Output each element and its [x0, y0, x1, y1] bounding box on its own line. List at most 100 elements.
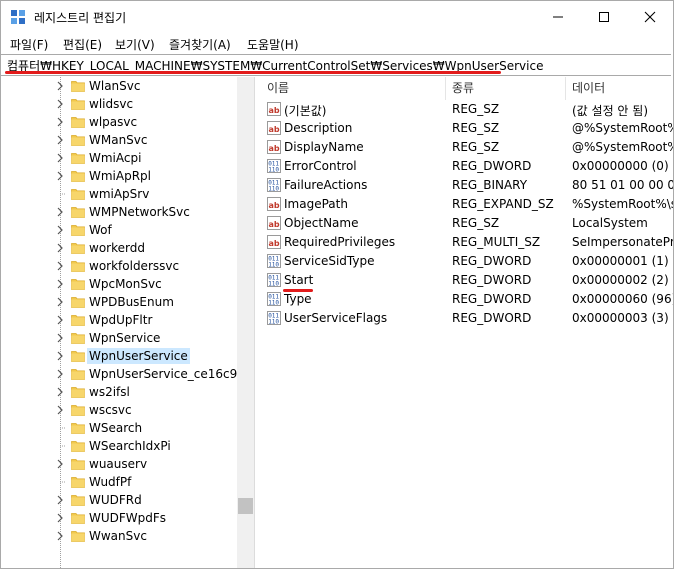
value-row[interactable]: ab ObjectName REG_SZ LocalSystem [261, 214, 673, 233]
value-row[interactable]: 011 110 UserServiceFlags REG_DWORD 0x0000000… [261, 309, 673, 328]
tree-item-label[interactable]: Wof [87, 222, 114, 238]
tree-item-label[interactable]: wlpasvc [87, 114, 139, 130]
value-row[interactable]: ab RequiredPrivileges REG_MULTI_SZ SeImpers… [261, 233, 673, 252]
chevron-right-icon[interactable] [55, 261, 65, 271]
menu-help[interactable]: 도움말(H) [247, 36, 299, 53]
value-row[interactable]: 011 110 ErrorControl REG_DWORD 0x00000000 (0… [261, 157, 673, 176]
tree-item-label[interactable]: WUDFRd [87, 492, 144, 508]
tree-item[interactable]: WMPNetworkSvc [1, 203, 237, 221]
value-row[interactable]: ab Description REG_SZ @%SystemRoot%\ [261, 119, 673, 138]
tree-item[interactable]: Wof [1, 221, 237, 239]
chevron-right-icon[interactable] [55, 459, 65, 469]
chevron-right-icon[interactable] [55, 387, 65, 397]
tree-item-label[interactable]: workerdd [87, 240, 147, 256]
menu-edit[interactable]: 편집(E) [63, 36, 102, 53]
tree-item[interactable]: WManSvc [1, 131, 237, 149]
value-row[interactable]: 011 110 FailureActions REG_BINARY 80 51 01 0… [261, 176, 673, 195]
tree-item[interactable]: WmiApRpl [1, 167, 237, 185]
value-row[interactable]: 011 110 ServiceSidType REG_DWORD 0x00000001 … [261, 252, 673, 271]
tree-item[interactable]: WUDFRd [1, 491, 237, 509]
tree-item[interactable]: wscsvc [1, 401, 237, 419]
chevron-right-icon[interactable] [55, 531, 65, 541]
tree-item[interactable]: WpnService [1, 329, 237, 347]
chevron-right-icon[interactable] [55, 225, 65, 235]
tree-item-label[interactable]: WpnUserService_ce16c97 [87, 366, 247, 382]
menu-view[interactable]: 보기(V) [115, 36, 155, 53]
chevron-right-icon[interactable] [55, 351, 65, 361]
menu-favorites[interactable]: 즐겨찾기(A) [169, 36, 231, 53]
tree-item[interactable]: wuauserv [1, 455, 237, 473]
tree-item[interactable]: WpdUpFltr [1, 311, 237, 329]
tree-item[interactable]: WpnUserService_ce16c97 [1, 365, 245, 383]
tree-item-label[interactable]: WpcMonSvc [87, 276, 164, 292]
tree-item-label[interactable]: WUDFWpdFs [87, 510, 168, 526]
tree-item-label[interactable]: wuauserv [87, 456, 149, 472]
value-row[interactable]: 011 110 Start REG_DWORD 0x00000002 (2) [261, 271, 673, 290]
tree-item-label[interactable]: WpnService [87, 330, 162, 346]
tree-item[interactable]: WudfPf [1, 473, 237, 491]
tree-item-label[interactable]: WPDBusEnum [87, 294, 176, 310]
tree-item[interactable]: WpcMonSvc [1, 275, 237, 293]
tree-item-label[interactable]: WwanSvc [87, 528, 149, 544]
tree-item[interactable]: WPDBusEnum [1, 293, 237, 311]
tree-item-label[interactable]: wlidsvc [87, 96, 135, 112]
chevron-right-icon[interactable] [55, 135, 65, 145]
tree-item[interactable]: workfolderssvc [1, 257, 237, 275]
tree-item-label[interactable]: wmiApSrv [87, 186, 151, 202]
column-header-name[interactable]: 이름 [261, 77, 446, 100]
tree-item[interactable]: wlpasvc [1, 113, 237, 131]
pane-splitter[interactable] [254, 77, 261, 568]
chevron-right-icon[interactable] [55, 513, 65, 523]
close-button[interactable] [627, 1, 673, 33]
tree-item-label[interactable]: WMPNetworkSvc [87, 204, 192, 220]
chevron-right-icon[interactable] [55, 243, 65, 253]
chevron-right-icon[interactable] [55, 117, 65, 127]
tree-item[interactable]: WUDFWpdFs [1, 509, 237, 527]
column-header-type[interactable]: 종류 [446, 77, 566, 100]
tree-item-label[interactable]: WmiApRpl [87, 168, 153, 184]
tree-item-label[interactable]: WlanSvc [87, 78, 142, 94]
tree-item-label[interactable]: ws2ifsl [87, 384, 132, 400]
tree-item[interactable]: workerdd [1, 239, 237, 257]
menu-file[interactable]: 파일(F) [10, 36, 48, 53]
tree-item[interactable]: WpnUserService [1, 347, 237, 365]
chevron-right-icon[interactable] [55, 153, 65, 163]
title-bar[interactable]: 레지스트리 편집기 [1, 1, 673, 33]
value-row[interactable]: ab DisplayName REG_SZ @%SystemRoot%\ [261, 138, 673, 157]
tree-item[interactable]: WlanSvc [1, 77, 237, 95]
chevron-right-icon[interactable] [55, 405, 65, 415]
tree-item-label[interactable]: WSearch [87, 420, 144, 436]
chevron-right-icon[interactable] [55, 81, 65, 91]
tree-item[interactable]: WSearchIdxPi [1, 437, 237, 455]
chevron-right-icon[interactable] [55, 207, 65, 217]
tree-scrollbar-thumb[interactable] [238, 498, 253, 514]
chevron-right-icon[interactable] [55, 99, 65, 109]
tree-item[interactable]: wmiApSrv [1, 185, 237, 203]
tree-item[interactable]: ws2ifsl [1, 383, 237, 401]
chevron-right-icon[interactable] [55, 369, 65, 379]
tree-scrollbar[interactable] [237, 77, 254, 568]
tree-item-label[interactable]: WmiAcpi [87, 150, 143, 166]
value-row[interactable]: ab (기본값) REG_SZ (값 설정 안 됨) [261, 100, 673, 119]
chevron-right-icon[interactable] [55, 297, 65, 307]
tree-item-label[interactable]: workfolderssvc [87, 258, 181, 274]
tree-item[interactable]: wlidsvc [1, 95, 237, 113]
value-row[interactable]: 011 110 Type REG_DWORD 0x00000060 (96) [261, 290, 673, 309]
chevron-right-icon[interactable] [55, 171, 65, 181]
minimize-button[interactable] [535, 1, 581, 33]
tree-item-label[interactable]: WpdUpFltr [87, 312, 154, 328]
chevron-right-icon[interactable] [55, 315, 65, 325]
tree-item-label[interactable]: WpnUserService [87, 348, 190, 364]
tree-item-label[interactable]: WManSvc [87, 132, 150, 148]
chevron-right-icon[interactable] [55, 495, 65, 505]
tree-item[interactable]: WmiAcpi [1, 149, 237, 167]
tree-item-label[interactable]: WSearchIdxPi [87, 438, 173, 454]
maximize-button[interactable] [581, 1, 627, 33]
column-header-data[interactable]: 데이터 [566, 77, 673, 100]
value-row[interactable]: ab ImagePath REG_EXPAND_SZ %SystemRoot%\s [261, 195, 673, 214]
chevron-right-icon[interactable] [55, 279, 65, 289]
tree-item[interactable]: WwanSvc [1, 527, 237, 545]
tree-item-label[interactable]: wscsvc [87, 402, 134, 418]
chevron-right-icon[interactable] [55, 333, 65, 343]
tree-item[interactable]: WSearch [1, 419, 237, 437]
